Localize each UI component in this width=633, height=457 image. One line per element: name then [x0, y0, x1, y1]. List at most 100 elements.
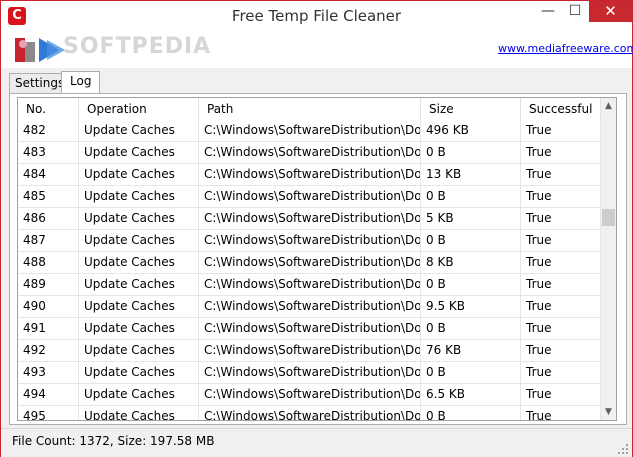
cell-path: C:\Windows\SoftwareDistribution\Downloa.…	[199, 406, 421, 420]
cell-path: C:\Windows\SoftwareDistribution\Downloa.…	[199, 120, 421, 141]
cell-successful: True	[521, 186, 601, 207]
cell-no: 487	[18, 230, 79, 251]
cell-path: C:\Windows\SoftwareDistribution\Downloa.…	[199, 142, 421, 163]
table-row[interactable]: 493 Update Caches C:\Windows\SoftwareDistr…	[18, 362, 601, 384]
log-panel: No. Operation Path Size Successful 482 Up…	[9, 93, 627, 425]
cell-successful: True	[521, 208, 601, 229]
toolbar: SOFTPEDIA www.mediafreeware.com	[1, 32, 633, 68]
table-row[interactable]: 490 Update Caches C:\Windows\SoftwareDistr…	[18, 296, 601, 318]
log-table[interactable]: No. Operation Path Size Successful 482 Up…	[17, 97, 617, 421]
resize-grip-icon[interactable]	[618, 444, 628, 454]
table-row[interactable]: 487 Update Caches C:\Windows\SoftwareDistr…	[18, 230, 601, 252]
cell-operation: Update Caches	[79, 252, 199, 273]
cell-size: 496 KB	[421, 120, 521, 141]
table-row[interactable]: 491 Update Caches C:\Windows\SoftwareDistr…	[18, 318, 601, 340]
cell-operation: Update Caches	[79, 340, 199, 361]
cell-no: 484	[18, 164, 79, 185]
tab-strip: Settings Log	[9, 71, 629, 94]
table-row[interactable]: 484 Update Caches C:\Windows\SoftwareDistr…	[18, 164, 601, 186]
cell-operation: Update Caches	[79, 318, 199, 339]
cell-no: 482	[18, 120, 79, 141]
cell-successful: True	[521, 120, 601, 141]
cell-no: 493	[18, 362, 79, 383]
maximize-button[interactable]: ☐	[562, 1, 588, 22]
column-header-successful[interactable]: Successful	[521, 98, 601, 120]
scroll-up-arrow-icon[interactable]: ▲	[601, 98, 616, 114]
cell-no: 490	[18, 296, 79, 317]
cell-operation: Update Caches	[79, 296, 199, 317]
cell-successful: True	[521, 362, 601, 383]
cell-successful: True	[521, 164, 601, 185]
cell-no: 495	[18, 406, 79, 420]
cell-path: C:\Windows\SoftwareDistribution\Downloa.…	[199, 340, 421, 361]
cell-no: 489	[18, 274, 79, 295]
cell-path: C:\Windows\SoftwareDistribution\Downloa.…	[199, 384, 421, 405]
cell-size: 76 KB	[421, 340, 521, 361]
column-header-no[interactable]: No.	[18, 98, 79, 120]
table-row[interactable]: 495 Update Caches C:\Windows\SoftwareDistr…	[18, 406, 601, 420]
softpedia-watermark: SOFTPEDIA	[63, 34, 212, 59]
table-body: 482 Update Caches C:\Windows\SoftwareDistr…	[18, 120, 601, 420]
cell-path: C:\Windows\SoftwareDistribution\Downloa.…	[199, 186, 421, 207]
table-row[interactable]: 486 Update Caches C:\Windows\SoftwareDistr…	[18, 208, 601, 230]
cell-successful: True	[521, 340, 601, 361]
cell-path: C:\Windows\SoftwareDistribution\Downloa.…	[199, 362, 421, 383]
cell-successful: True	[521, 274, 601, 295]
cell-size: 0 B	[421, 186, 521, 207]
table-row[interactable]: 492 Update Caches C:\Windows\SoftwareDistr…	[18, 340, 601, 362]
cell-operation: Update Caches	[79, 230, 199, 251]
cell-size: 5 KB	[421, 208, 521, 229]
cell-successful: True	[521, 142, 601, 163]
table-row[interactable]: 483 Update Caches C:\Windows\SoftwareDistr…	[18, 142, 601, 164]
cell-successful: True	[521, 230, 601, 251]
cell-operation: Update Caches	[79, 274, 199, 295]
tab-log[interactable]: Log	[61, 71, 101, 94]
cell-no: 491	[18, 318, 79, 339]
table-row[interactable]: 488 Update Caches C:\Windows\SoftwareDistr…	[18, 252, 601, 274]
cell-successful: True	[521, 406, 601, 420]
cell-successful: True	[521, 318, 601, 339]
cell-no: 494	[18, 384, 79, 405]
cell-operation: Update Caches	[79, 384, 199, 405]
column-header-path[interactable]: Path	[199, 98, 421, 120]
column-header-operation[interactable]: Operation	[79, 98, 199, 120]
cell-path: C:\Windows\SoftwareDistribution\Downloa.…	[199, 230, 421, 251]
title-bar[interactable]: C Free Temp File Cleaner — ☐ ✕	[1, 1, 632, 32]
column-header-size[interactable]: Size	[421, 98, 521, 120]
status-bar: File Count: 1372, Size: 197.58 MB	[1, 428, 632, 457]
cell-size: 13 KB	[421, 164, 521, 185]
cell-operation: Update Caches	[79, 208, 199, 229]
cell-path: C:\Windows\SoftwareDistribution\Downloa.…	[199, 296, 421, 317]
table-row[interactable]: 494 Update Caches C:\Windows\SoftwareDistr…	[18, 384, 601, 406]
cell-operation: Update Caches	[79, 362, 199, 383]
cell-size: 0 B	[421, 230, 521, 251]
website-link[interactable]: www.mediafreeware.com	[498, 42, 633, 55]
close-button[interactable]: ✕	[589, 1, 632, 22]
cell-path: C:\Windows\SoftwareDistribution\Downloa.…	[199, 164, 421, 185]
cell-size: 8 KB	[421, 252, 521, 273]
table-row[interactable]: 482 Update Caches C:\Windows\SoftwareDistr…	[18, 120, 601, 142]
cell-size: 0 B	[421, 274, 521, 295]
table-header: No. Operation Path Size Successful	[18, 98, 601, 120]
cell-successful: True	[521, 252, 601, 273]
cell-successful: True	[521, 296, 601, 317]
vertical-scrollbar[interactable]: ▲ ▼	[601, 98, 616, 420]
cell-no: 485	[18, 186, 79, 207]
cell-path: C:\Windows\SoftwareDistribution\Downloa.…	[199, 252, 421, 273]
cell-size: 0 B	[421, 142, 521, 163]
cell-size: 0 B	[421, 406, 521, 420]
logo-pink-circle	[19, 40, 27, 48]
scroll-down-arrow-icon[interactable]: ▼	[601, 404, 616, 420]
table-row[interactable]: 485 Update Caches C:\Windows\SoftwareDistr…	[18, 186, 601, 208]
cell-operation: Update Caches	[79, 406, 199, 420]
cell-no: 483	[18, 142, 79, 163]
cell-operation: Update Caches	[79, 142, 199, 163]
scrollbar-thumb[interactable]	[602, 209, 615, 226]
cell-successful: True	[521, 384, 601, 405]
cell-no: 492	[18, 340, 79, 361]
minimize-button[interactable]: —	[535, 1, 561, 22]
cell-path: C:\Windows\SoftwareDistribution\Downloa.…	[199, 208, 421, 229]
table-row[interactable]: 489 Update Caches C:\Windows\SoftwareDistr…	[18, 274, 601, 296]
cell-operation: Update Caches	[79, 164, 199, 185]
cell-path: C:\Windows\SoftwareDistribution\Downloa.…	[199, 274, 421, 295]
